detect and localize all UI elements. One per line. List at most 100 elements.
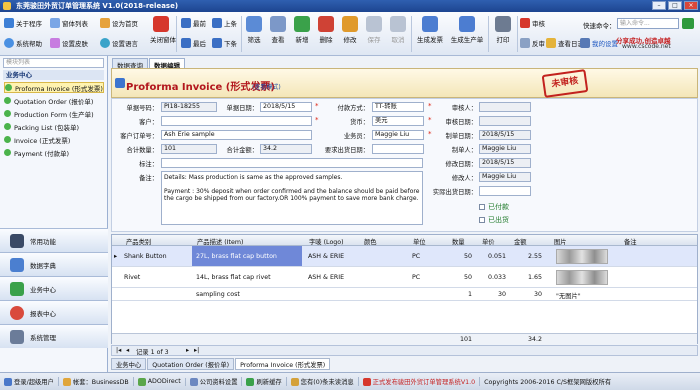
print-button[interactable]: 打印 [492, 16, 514, 44]
audit-date-field[interactable] [479, 116, 531, 126]
next-record-button[interactable]: 下条 [212, 38, 237, 48]
nav-system-admin[interactable]: 系统管理 [0, 324, 108, 348]
generate-production-button[interactable]: 生成生产单 [448, 16, 486, 44]
col-description[interactable]: 产品描述 (Item) [197, 237, 243, 246]
col-color[interactable]: 颜色 [364, 237, 377, 246]
salesman-select[interactable]: Maggie Liu [372, 130, 424, 140]
paid-checkbox[interactable]: 已付款 [479, 202, 509, 212]
remark-textarea[interactable]: Details: Mass production is same as the … [161, 171, 423, 225]
sidebar-item-quotation-order[interactable]: Quotation Order (报价单) [4, 95, 104, 106]
customer-field[interactable] [161, 116, 312, 126]
col-amount[interactable]: 金额 [514, 237, 527, 246]
close-form-button[interactable]: 关闭窗体 [150, 16, 176, 44]
table-row[interactable]: ▸ Shank Button 27L, brass flat cap butto… [112, 246, 697, 267]
modified-date-field[interactable]: 2018/5/15 [479, 158, 531, 168]
audit-button[interactable]: 审核 [520, 18, 545, 28]
set-skin-button[interactable]: 设置皮肤 [50, 38, 88, 48]
view-button[interactable]: 查看 [267, 16, 289, 44]
table-row[interactable]: Rivet 14L, brass flat cap rivet ASH & ER… [112, 267, 697, 288]
cancel-button[interactable]: 取消 [387, 16, 409, 44]
status-account: 帐套：BusinessDB [59, 377, 134, 386]
actual-ship-date-field[interactable] [479, 186, 531, 196]
first-icon [181, 18, 191, 28]
window-list-button[interactable]: 窗体列表 [50, 18, 88, 28]
delete-button[interactable]: 删除 [315, 16, 337, 44]
status-login[interactable]: 登录/超级用户 [0, 377, 59, 386]
status-refresh-cache[interactable]: 刷新缓存 [242, 377, 287, 386]
sidebar: 模块列表 业务中心 Proforma Invoice (形式发票) Quotat… [0, 56, 108, 372]
product-thumbnail[interactable] [556, 270, 608, 285]
nav-next-icon[interactable]: ▸ [186, 347, 189, 354]
col-qty[interactable]: 数量 [452, 237, 465, 246]
nav-last-icon[interactable]: ▸| [194, 347, 199, 354]
status-company-settings[interactable]: 公司资料设置 [186, 377, 243, 386]
mark-field[interactable] [161, 158, 423, 168]
unaudit-button[interactable]: 反审 [520, 38, 545, 48]
add-button[interactable]: 新增 [291, 16, 313, 44]
col-price[interactable]: 单价 [482, 237, 495, 246]
view-log-button[interactable]: 查看日志 [546, 38, 584, 48]
generate-invoice-button[interactable]: 生成发票 [414, 16, 446, 44]
table-row[interactable]: sampling cost 1 30 30 "无图片" [112, 288, 697, 301]
open-windows-tabs: 业务中心 Quotation Order (报价单) Proforma Invo… [111, 358, 698, 370]
col-image[interactable]: 图片 [554, 237, 567, 246]
last-record-button[interactable]: 最后 [181, 38, 206, 48]
sidebar-item-invoice[interactable]: Invoice (正式发票) [4, 134, 104, 145]
cell-unit: PC [412, 274, 421, 281]
close-window-button[interactable]: × [684, 1, 698, 10]
nav-common-functions[interactable]: 常用功能 [0, 228, 108, 252]
doc-no-field[interactable]: PI18-18255 [161, 102, 217, 112]
total-amount-field[interactable]: 34.2 [260, 144, 312, 154]
shortcut-input[interactable]: 输入命令... [617, 18, 679, 29]
modifier-field[interactable]: Maggie Liu [479, 172, 531, 182]
col-remark[interactable]: 备注 [624, 237, 637, 246]
doc-date-field[interactable]: 2018/5/15 [260, 102, 312, 112]
created-date-field[interactable]: 2018/5/15 [479, 130, 531, 140]
about-button[interactable]: 关于程序 [4, 18, 42, 28]
col-logo[interactable]: 字唛 (Logo) [309, 237, 344, 246]
payment-method-select[interactable]: TT-转账 [372, 102, 424, 112]
first-record-button[interactable]: 最前 [181, 18, 206, 28]
currency-select[interactable]: 美元 [372, 116, 424, 126]
nav-first-icon[interactable]: |◂ [116, 347, 121, 354]
prev-icon [212, 18, 222, 28]
save-button[interactable]: 保存 [363, 16, 385, 44]
sidebar-item-payment[interactable]: Payment (付款单) [4, 147, 104, 158]
total-qty-field[interactable]: 101 [161, 144, 217, 154]
auditor-field[interactable] [479, 102, 531, 112]
ship-date-field[interactable] [372, 144, 424, 154]
edit-button[interactable]: 修改 [339, 16, 361, 44]
main-panel: 数据查询 数据编辑 Proforma Invoice (形式发票) (查看模式)… [109, 56, 700, 372]
tab-proforma-invoice[interactable]: Proforma Invoice (形式发票) [235, 358, 331, 370]
cell-description: sampling cost [196, 291, 240, 298]
main-toolbar: 关于程序 窗体列表 设为首页 系统帮助 设置皮肤 设置语言 关闭窗体 最前 上条… [0, 12, 700, 56]
remark-label: 备注： [139, 175, 158, 182]
nav-prev-icon[interactable]: ◂ [126, 347, 129, 354]
sidebar-item-production-form[interactable]: Production Form (生产单) [4, 108, 104, 119]
set-language-button[interactable]: 设置语言 [100, 38, 138, 48]
shipped-checkbox[interactable]: 已出货 [479, 215, 509, 225]
sidebar-group-header[interactable]: 业务中心 [3, 70, 104, 80]
minimize-button[interactable]: – [652, 1, 666, 10]
nav-business-center[interactable]: 业务中心 [0, 276, 108, 300]
product-thumbnail[interactable] [556, 249, 608, 264]
sidebar-item-packing-list[interactable]: Packing List (包装单) [4, 121, 104, 132]
prev-record-button[interactable]: 上条 [212, 18, 237, 28]
module-search-input[interactable]: 模块列表 [3, 58, 104, 68]
creator-field[interactable]: Maggie Liu [479, 144, 531, 154]
go-icon[interactable] [682, 18, 694, 29]
system-help-button[interactable]: 系统帮助 [4, 38, 42, 48]
tab-business-center[interactable]: 业务中心 [111, 358, 147, 370]
col-category[interactable]: 产品类别 [126, 237, 151, 246]
maximize-button[interactable]: □ [668, 1, 682, 10]
customer-order-field[interactable]: Ash Erie sample [161, 130, 312, 140]
my-settings-button[interactable]: 我的设置 [580, 38, 618, 48]
filter-button[interactable]: 筛选 [243, 16, 265, 44]
nav-data-dictionary[interactable]: 数据字典 [0, 252, 108, 276]
status-messages[interactable]: 您有(0)条未读消息 [287, 377, 359, 386]
set-home-button[interactable]: 设为首页 [100, 18, 138, 28]
tab-quotation-order[interactable]: Quotation Order (报价单) [147, 358, 235, 370]
nav-report-center[interactable]: 报表中心 [0, 300, 108, 324]
col-unit[interactable]: 单位 [413, 237, 426, 246]
sidebar-item-proforma-invoice[interactable]: Proforma Invoice (形式发票) [4, 82, 104, 93]
